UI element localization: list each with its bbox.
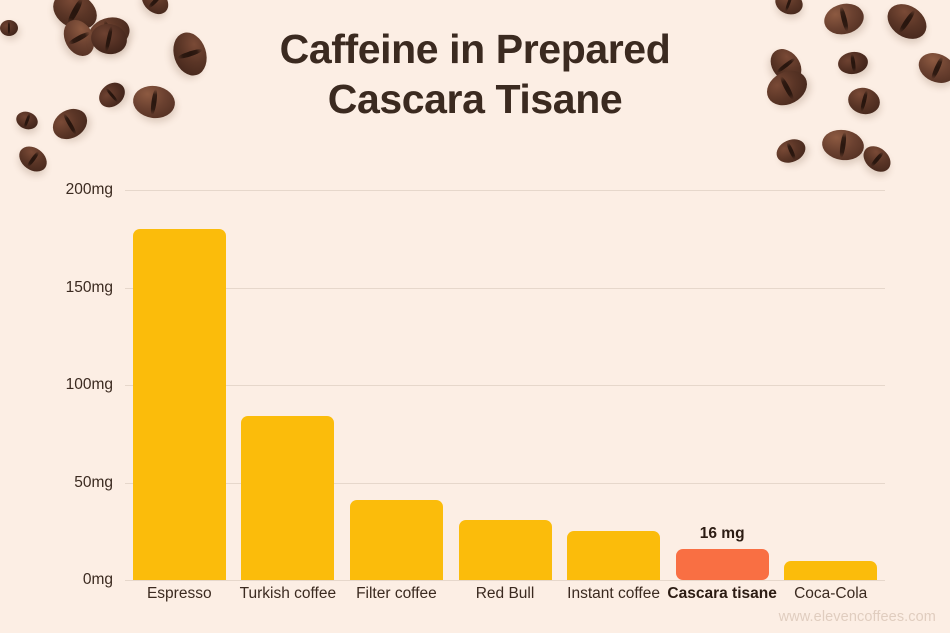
bar-column[interactable] (458, 190, 552, 580)
bar-series: 16 mg (125, 190, 885, 580)
bar-column[interactable] (241, 190, 335, 580)
coffee-bean-icon (820, 127, 866, 163)
bar-highlighted[interactable] (675, 548, 769, 580)
bar-column[interactable] (567, 190, 661, 580)
axis-baseline (125, 580, 885, 581)
y-axis-tick-label: 150mg (65, 278, 113, 296)
bar-column[interactable] (132, 190, 226, 580)
watermark: www.elevencoffees.com (778, 609, 936, 625)
bar-value-label: 16 mg (699, 524, 745, 542)
coffee-bean-icon (136, 0, 174, 20)
y-axis-tick-label: 200mg (65, 181, 113, 198)
coffee-bean-icon (858, 140, 896, 178)
bar[interactable] (567, 531, 661, 580)
bar[interactable] (132, 229, 226, 580)
x-axis-tick-label: Coca-Cola (794, 585, 868, 602)
plot-area: 0mg 50mg 100mg 150mg 200mg 16 mg (66, 181, 885, 588)
bar-column[interactable] (784, 190, 878, 580)
bar-column[interactable]: 16 mg (675, 190, 769, 580)
bar-column[interactable] (349, 190, 443, 580)
y-axis-tick-label: 100mg (65, 376, 113, 393)
coffee-bean-icon (14, 141, 52, 177)
chart-canvas: Caffeine in Prepared Cascara Tisane 0mg 5… (0, 0, 950, 633)
y-axis-tick-label: 50mg (74, 473, 113, 491)
coffee-bean-icon (772, 134, 810, 168)
bar[interactable] (458, 519, 552, 580)
bar[interactable] (784, 560, 878, 580)
chart-title-line-1: Caffeine in Prepared (279, 26, 671, 72)
chart-title-line-2: Cascara Tisane (327, 76, 623, 123)
chart-title: Caffeine in Prepared Cascara Tisane (0, 24, 950, 124)
bar[interactable] (349, 500, 443, 580)
coffee-bean-icon (772, 0, 806, 19)
bar[interactable] (241, 416, 335, 580)
